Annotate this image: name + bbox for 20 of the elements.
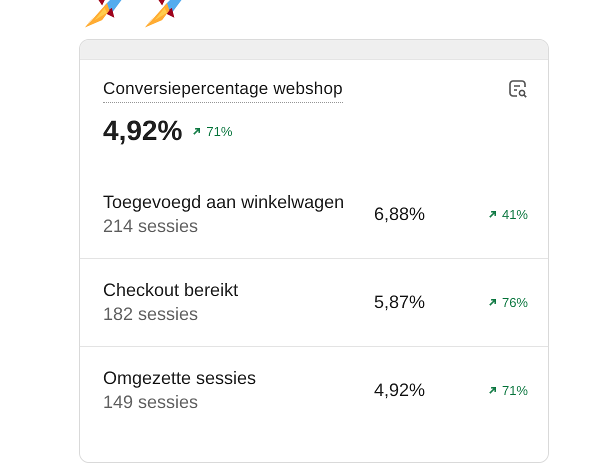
report-search-icon[interactable] [508,79,528,99]
step-rate: 5,87% [374,292,426,313]
step-label: Toegevoegd aan winkelwagen [103,192,346,213]
trend-arrow-icon [488,386,497,395]
step-rate: 4,92% [374,380,426,401]
step-label: Checkout bereikt [103,280,240,301]
step-rate: 6,88% [374,204,426,225]
trend-change: 71% [488,383,528,398]
session-count: 182 sessies [103,304,200,325]
session-count: 149 sessies [103,392,200,413]
trend-change: 71% [192,124,232,138]
card-title[interactable]: Conversiepercentage webshop [103,79,343,103]
trend-change: 76% [488,295,528,310]
metric-value: 4,92% [103,115,182,147]
session-count: 214 sessies [103,216,200,237]
step-label: Omgezette sessies [103,368,258,389]
trend-arrow-icon [488,298,497,307]
trend-change: 41% [488,207,528,222]
trend-arrow-icon [488,210,497,219]
trend-arrow-icon [192,126,202,136]
